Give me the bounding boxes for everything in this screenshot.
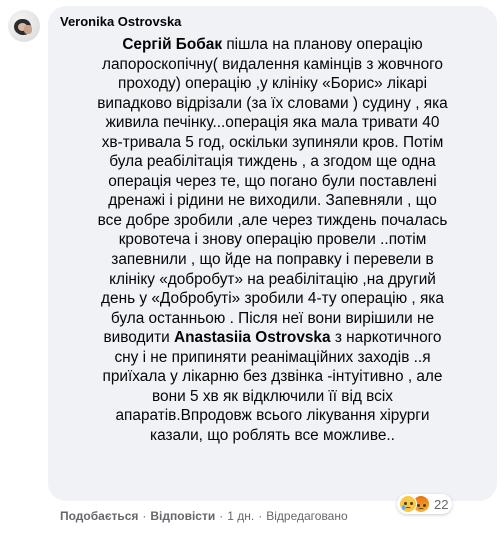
comment-line: запевнили , що йде на поправку і перевел… [60, 250, 485, 270]
comment-line: операція через те, що погано були постав… [60, 172, 485, 192]
comment-text-segment: була реабілітація тиждень , а згодом ще … [109, 153, 436, 171]
comment-text-segment: була останньою . Після неї вони вирішили… [110, 309, 435, 327]
comment-text-segment: казали, що роблять все можливе.. [150, 426, 395, 444]
comment-text-segment: апаратів.Впродовж всього лікування хірур… [115, 407, 430, 425]
separator: · [142, 509, 147, 523]
comment-line: Сергій Бобак пішла на планову операцію [60, 35, 485, 55]
comment-text-segment: клініку «добробут» на реабілітацію ,на д… [109, 270, 436, 288]
comment-line: проходу) операцію ,у клініку «Борис» лік… [60, 74, 485, 94]
comment-timestamp[interactable]: 1 дн. [227, 508, 254, 524]
comment-text-segment: вони 5 хв як відключили її від всіх [152, 387, 393, 405]
separator: · [258, 509, 263, 523]
comment-line: випадково відрізали (за їх словами ) суд… [60, 94, 485, 114]
comment-line: дренажі і рідини не виходили. Запевняли … [60, 191, 485, 211]
comment-text-segment: виводити [103, 329, 174, 347]
comment-text-segment: живила печінку...операція яка мала трива… [105, 114, 440, 132]
like-button[interactable]: Подобається [60, 508, 138, 524]
comment-text-segment: з наркотичного [330, 329, 442, 347]
comment-actions: Подобається · Відповісти · 1 дн. · Відре… [60, 508, 348, 524]
comment-line: була останньою . Після неї вони вирішили… [60, 309, 485, 329]
comment-line: все добре зробили ,але через тиждень поч… [60, 211, 485, 231]
mention-link[interactable]: Anastasiia Ostrovska [174, 329, 331, 346]
comment-line: хв-тривала 5 год, оскільки зупиняли кров… [60, 133, 485, 153]
comment-text-segment: пішла на планову операцію [222, 36, 423, 53]
avatar-hand [24, 25, 32, 34]
mention-link[interactable]: Сергій Бобак [122, 36, 222, 53]
comment-line: казали, що роблять все можливе.. [60, 426, 485, 446]
reactions-summary[interactable]: 22 [397, 494, 453, 514]
comment-text: Сергій Бобак пішла на планову операцію ла… [60, 35, 485, 445]
comment-line: була реабілітація тиждень , а згодом ще … [60, 152, 485, 172]
separator: · [219, 509, 224, 523]
comment-text-segment: приїхала у лікарню без дзвінка -інтуітив… [102, 368, 443, 386]
comment-text-segment: дренажі і рідини не виходили. Запевняли … [108, 192, 437, 210]
reply-button[interactable]: Відповісти [150, 508, 215, 524]
comment-text-segment: запевнили , що йде на поправку і перевел… [111, 251, 434, 269]
comment-text-segment: лапороскопічну( видалення камінців з жов… [102, 55, 443, 73]
avatar[interactable] [8, 10, 40, 42]
edited-label: Відредаговано [266, 509, 348, 523]
comment-line: вони 5 хв як відключили її від всіх [60, 387, 485, 407]
comment-text-segment: хв-тривала 5 год, оскільки зупиняли кров… [101, 133, 444, 151]
comment-line: приїхала у лікарню без дзвінка -інтуітив… [60, 367, 485, 387]
comment-line: живила печінку...операція яка мала трива… [60, 113, 485, 133]
sad-reaction-icon [399, 495, 417, 513]
comment-line: лапороскопічну( видалення камінців з жов… [60, 55, 485, 75]
comment-line: кровотеча і знову операцію провели ..пот… [60, 230, 485, 250]
comment-bubble: Veronika Ostrovska Сергій Бобак пішла на… [48, 6, 497, 501]
reaction-count: 22 [434, 496, 449, 512]
comment-line: сну і не припиняти реанімаційних заходів… [60, 348, 485, 368]
comment-line: день у «Добробуті» зробили 4-ту операцію… [60, 289, 485, 309]
comment-line: апаратів.Впродовж всього лікування хірур… [60, 406, 485, 426]
comment-line: виводити Anastasiia Ostrovska з наркотич… [60, 328, 485, 348]
comment-text-segment: кровотеча і знову операцію провели ..пот… [118, 231, 427, 249]
comment-text-segment: день у «Добробуті» зробили 4-ту операцію… [101, 290, 444, 308]
comment-text-segment: випадково відрізали (за їх словами ) суд… [97, 94, 448, 112]
comment-text-segment: все добре зробили ,але через тиждень поч… [97, 211, 448, 229]
comment-author[interactable]: Veronika Ostrovska [60, 13, 485, 31]
comment-text-segment: операція через те, що погано були постав… [108, 172, 437, 190]
comment-line: клініку «добробут» на реабілітацію ,на д… [60, 270, 485, 290]
comment-text-segment: сну і не припиняти реанімаційних заходів… [114, 348, 431, 366]
comment-text-segment: проходу) операцію ,у клініку «Борис» лік… [118, 75, 427, 93]
